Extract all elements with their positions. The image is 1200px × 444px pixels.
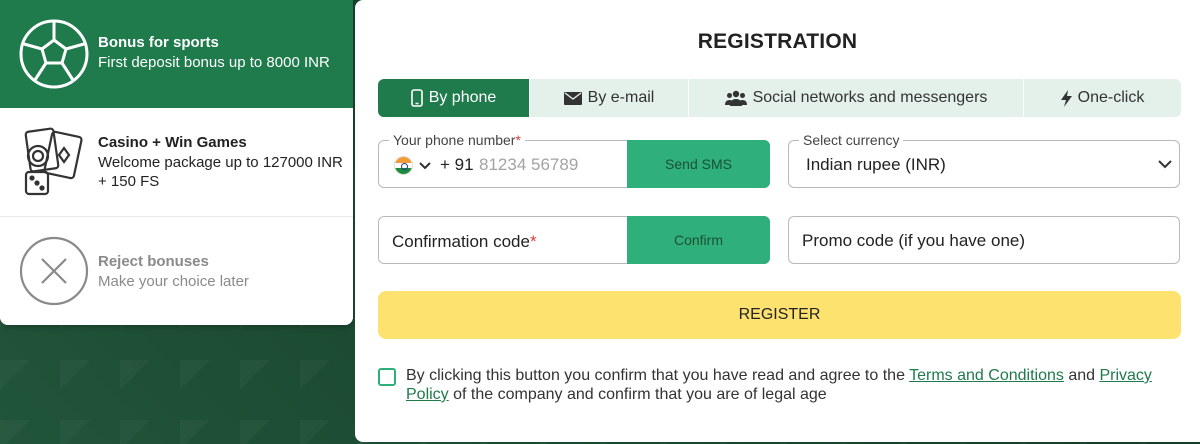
envelope-icon [563,91,582,105]
currency-field-label: Select currency [799,132,904,148]
registration-card: REGISTRATION By phone By e-mail Social n… [355,0,1200,442]
chevron-down-icon [1158,156,1172,174]
page-title: REGISTRATION [697,30,858,53]
bonus-title: Reject bonuses [98,252,209,270]
tab-by-email[interactable]: By e-mail [530,79,689,117]
phone-field: Your phone number* + 91 Send SMS [378,132,770,188]
phone-input[interactable] [479,153,624,177]
country-code: + 91 [440,155,474,174]
soccer-ball-icon [18,18,90,90]
currency-select[interactable]: Select currency Indian rupee (INR) [788,132,1180,188]
tab-label: One-click [1077,89,1145,106]
tab-label: By e-mail [587,89,655,106]
close-circle-icon [18,235,90,307]
registration-tabs: By phone By e-mail Social networks and m… [378,79,1181,117]
tab-label: By phone [428,89,497,106]
agreement-checkbox[interactable] [378,368,396,386]
tab-label: Social networks and messengers [752,89,988,106]
tab-by-phone[interactable]: By phone [378,79,530,117]
promo-code-input[interactable] [802,229,1162,253]
chevron-down-icon[interactable] [419,157,431,175]
confirm-button[interactable]: Confirm [627,216,770,264]
phone-field-label: Your phone number* [389,132,525,148]
agreement-text: By clicking this button you confirm that… [406,367,1152,403]
phone-icon [410,89,423,107]
lightning-icon [1060,89,1072,107]
confirmation-code-label: Confirmation code* [392,232,537,251]
people-icon [724,90,747,106]
promo-code-field [788,216,1180,264]
terms-link[interactable]: Terms and Conditions [909,367,1064,384]
tab-one-click[interactable]: One-click [1024,79,1181,117]
bonus-description: First deposit bonus up to 8000 INR [98,53,330,71]
bonus-option-casino[interactable]: Casino + Win Games Welcome package up to… [0,108,353,217]
bonus-option-reject[interactable]: Reject bonuses Make your choice later [0,217,353,325]
bonus-option-sports[interactable]: Bonus for sports First deposit bonus up … [0,0,353,108]
register-button[interactable]: REGISTER [378,291,1181,339]
tab-social-networks[interactable]: Social networks and messengers [689,79,1024,117]
bonus-description: Make your choice later [98,272,249,290]
india-flag-icon[interactable] [394,156,413,175]
confirmation-code-field[interactable]: Confirmation code* Confirm [378,216,770,264]
send-sms-button[interactable]: Send SMS [627,140,770,188]
bonus-title: Bonus for sports [98,33,219,51]
bonus-panel: Bonus for sports First deposit bonus up … [0,0,353,325]
currency-value: Indian rupee (INR) [806,155,946,174]
casino-cards-dice-icon [18,126,90,198]
bonus-title: Casino + Win Games [98,134,247,151]
bonus-description: Welcome package up to 127000 INR + 150 F… [98,154,343,190]
